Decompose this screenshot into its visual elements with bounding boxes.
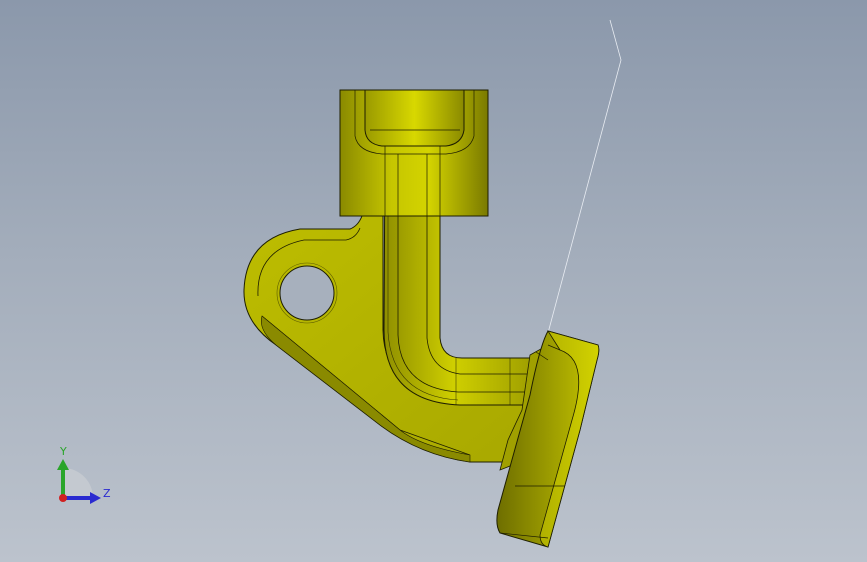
coordinate-triad: Y Z: [57, 445, 111, 504]
graphics-viewport[interactable]: Y Z: [0, 0, 867, 562]
triad-z-arrow: [90, 492, 101, 504]
triad-origin-x: [59, 494, 67, 502]
triad-y-arrow: [57, 459, 69, 470]
triad-z-label: Z: [103, 487, 111, 500]
triad-y-label: Y: [59, 445, 67, 458]
triad-quadrant: [63, 468, 93, 498]
